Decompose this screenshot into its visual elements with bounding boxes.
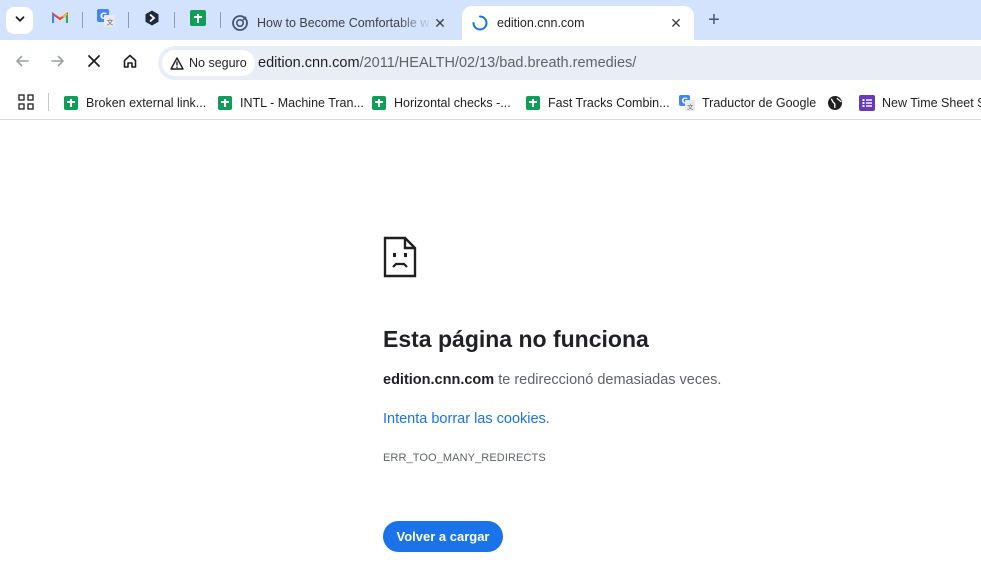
tab-separator [82, 12, 83, 28]
site-favicon-icon [232, 15, 248, 31]
reload-button[interactable]: Volver a cargar [383, 521, 503, 552]
tab-how-to-become-comfortable[interactable]: How to Become Comfortable w ✕ [222, 6, 458, 40]
google-sheets-icon [190, 9, 206, 31]
loading-spinner-icon [472, 15, 488, 31]
tab-separator [220, 12, 221, 28]
tab-separator [174, 12, 175, 28]
url-text[interactable]: edition.cnn.com/2011/HEALTH/02/13/bad.br… [258, 55, 636, 71]
error-host: edition.cnn.com [383, 372, 495, 388]
apps-grid-icon [18, 93, 34, 113]
bookmarks-separator [48, 93, 49, 111]
apps-button[interactable] [18, 92, 34, 114]
pinned-tab-translate[interactable]: G 文 [94, 8, 118, 32]
bookmark-item[interactable]: New Time Sheet Su [859, 92, 981, 114]
home-button[interactable] [117, 50, 143, 76]
google-sheets-icon [525, 95, 541, 111]
tab-separator [128, 12, 129, 28]
bookmark-label: INTL - Machine Tran... [240, 96, 364, 110]
error-description: edition.cnn.com te redireccionó demasiad… [383, 372, 721, 388]
url-path: /2011/HEALTH/02/13/bad.breath.remedies/ [359, 55, 637, 71]
home-icon [122, 53, 138, 74]
bookmark-item[interactable]: INTL - Machine Tran... [217, 92, 364, 114]
tab-edition-cnn[interactable]: edition.cnn.com ✕ [462, 6, 694, 40]
gmail-icon [51, 11, 69, 29]
tab-strip: G 文 How to Become Comfortable w ✕ editio… [0, 0, 981, 40]
new-tab-button[interactable]: + [704, 10, 724, 30]
error-message: te redireccionó demasiadas veces. [494, 372, 722, 388]
dark-hex-app-icon [144, 10, 160, 31]
google-forms-icon [859, 95, 875, 111]
arrow-right-icon [50, 53, 66, 74]
google-sheets-icon [217, 95, 233, 111]
sad-page-icon [383, 236, 417, 283]
clear-cookies-link[interactable]: Intenta borrar las cookies. [383, 411, 550, 427]
bookmark-item[interactable]: Broken external link... [63, 92, 206, 114]
google-translate-icon: G 文 [679, 95, 695, 111]
tab-title: edition.cnn.com [497, 16, 585, 30]
forward-button[interactable] [45, 50, 71, 76]
error-code: ERR_TOO_MANY_REDIRECTS [383, 452, 546, 464]
bookmark-label: New Time Sheet Su [882, 96, 981, 110]
bookmark-label: Fast Tracks Combin... [548, 96, 670, 110]
bookmark-label: Traductor de Google [702, 96, 817, 110]
bookmark-item[interactable]: Fast Tracks Combin... [525, 92, 670, 114]
pinned-tab-gmail[interactable] [48, 8, 72, 32]
toolbar: No seguro edition.cnn.com/2011/HEALTH/02… [0, 40, 981, 86]
svg-text:文: 文 [107, 17, 114, 26]
bookmark-item[interactable]: Horizontal checks -... [371, 92, 511, 114]
bookmark-item[interactable] [827, 92, 850, 114]
url-host: edition.cnn.com [258, 55, 360, 71]
address-bar[interactable]: No seguro edition.cnn.com/2011/HEALTH/02… [158, 46, 981, 80]
security-chip[interactable]: No seguro [162, 50, 255, 76]
bookmark-label: Horizontal checks -... [394, 96, 511, 110]
google-sheets-icon [63, 95, 79, 111]
security-label: No seguro [189, 56, 247, 70]
pinned-tab-hex-app[interactable] [140, 8, 164, 32]
close-icon [87, 54, 101, 73]
back-button[interactable] [9, 50, 35, 76]
bookmark-item[interactable]: G 文 Traductor de Google [679, 92, 816, 114]
tab-search-button[interactable] [6, 7, 33, 34]
tab-title: How to Become Comfortable w [257, 16, 430, 30]
warning-triangle-icon [170, 56, 184, 70]
pinned-tab-sheets[interactable] [186, 8, 210, 32]
google-sheets-icon [371, 95, 387, 111]
error-page: Esta página no funciona edition.cnn.com … [0, 121, 981, 585]
globe-icon [827, 95, 843, 111]
close-icon[interactable]: ✕ [668, 15, 684, 31]
google-translate-icon: G 文 [97, 8, 115, 32]
chevron-down-icon [14, 12, 26, 30]
stop-loading-button[interactable] [81, 50, 107, 76]
bookmarks-bar: Broken external link... INTL - Machine T… [0, 86, 981, 120]
arrow-left-icon [14, 53, 30, 74]
error-title: Esta página no funciona [383, 326, 649, 352]
svg-text:文: 文 [687, 102, 694, 111]
close-icon[interactable]: ✕ [432, 15, 448, 31]
bookmark-label: Broken external link... [86, 96, 207, 110]
